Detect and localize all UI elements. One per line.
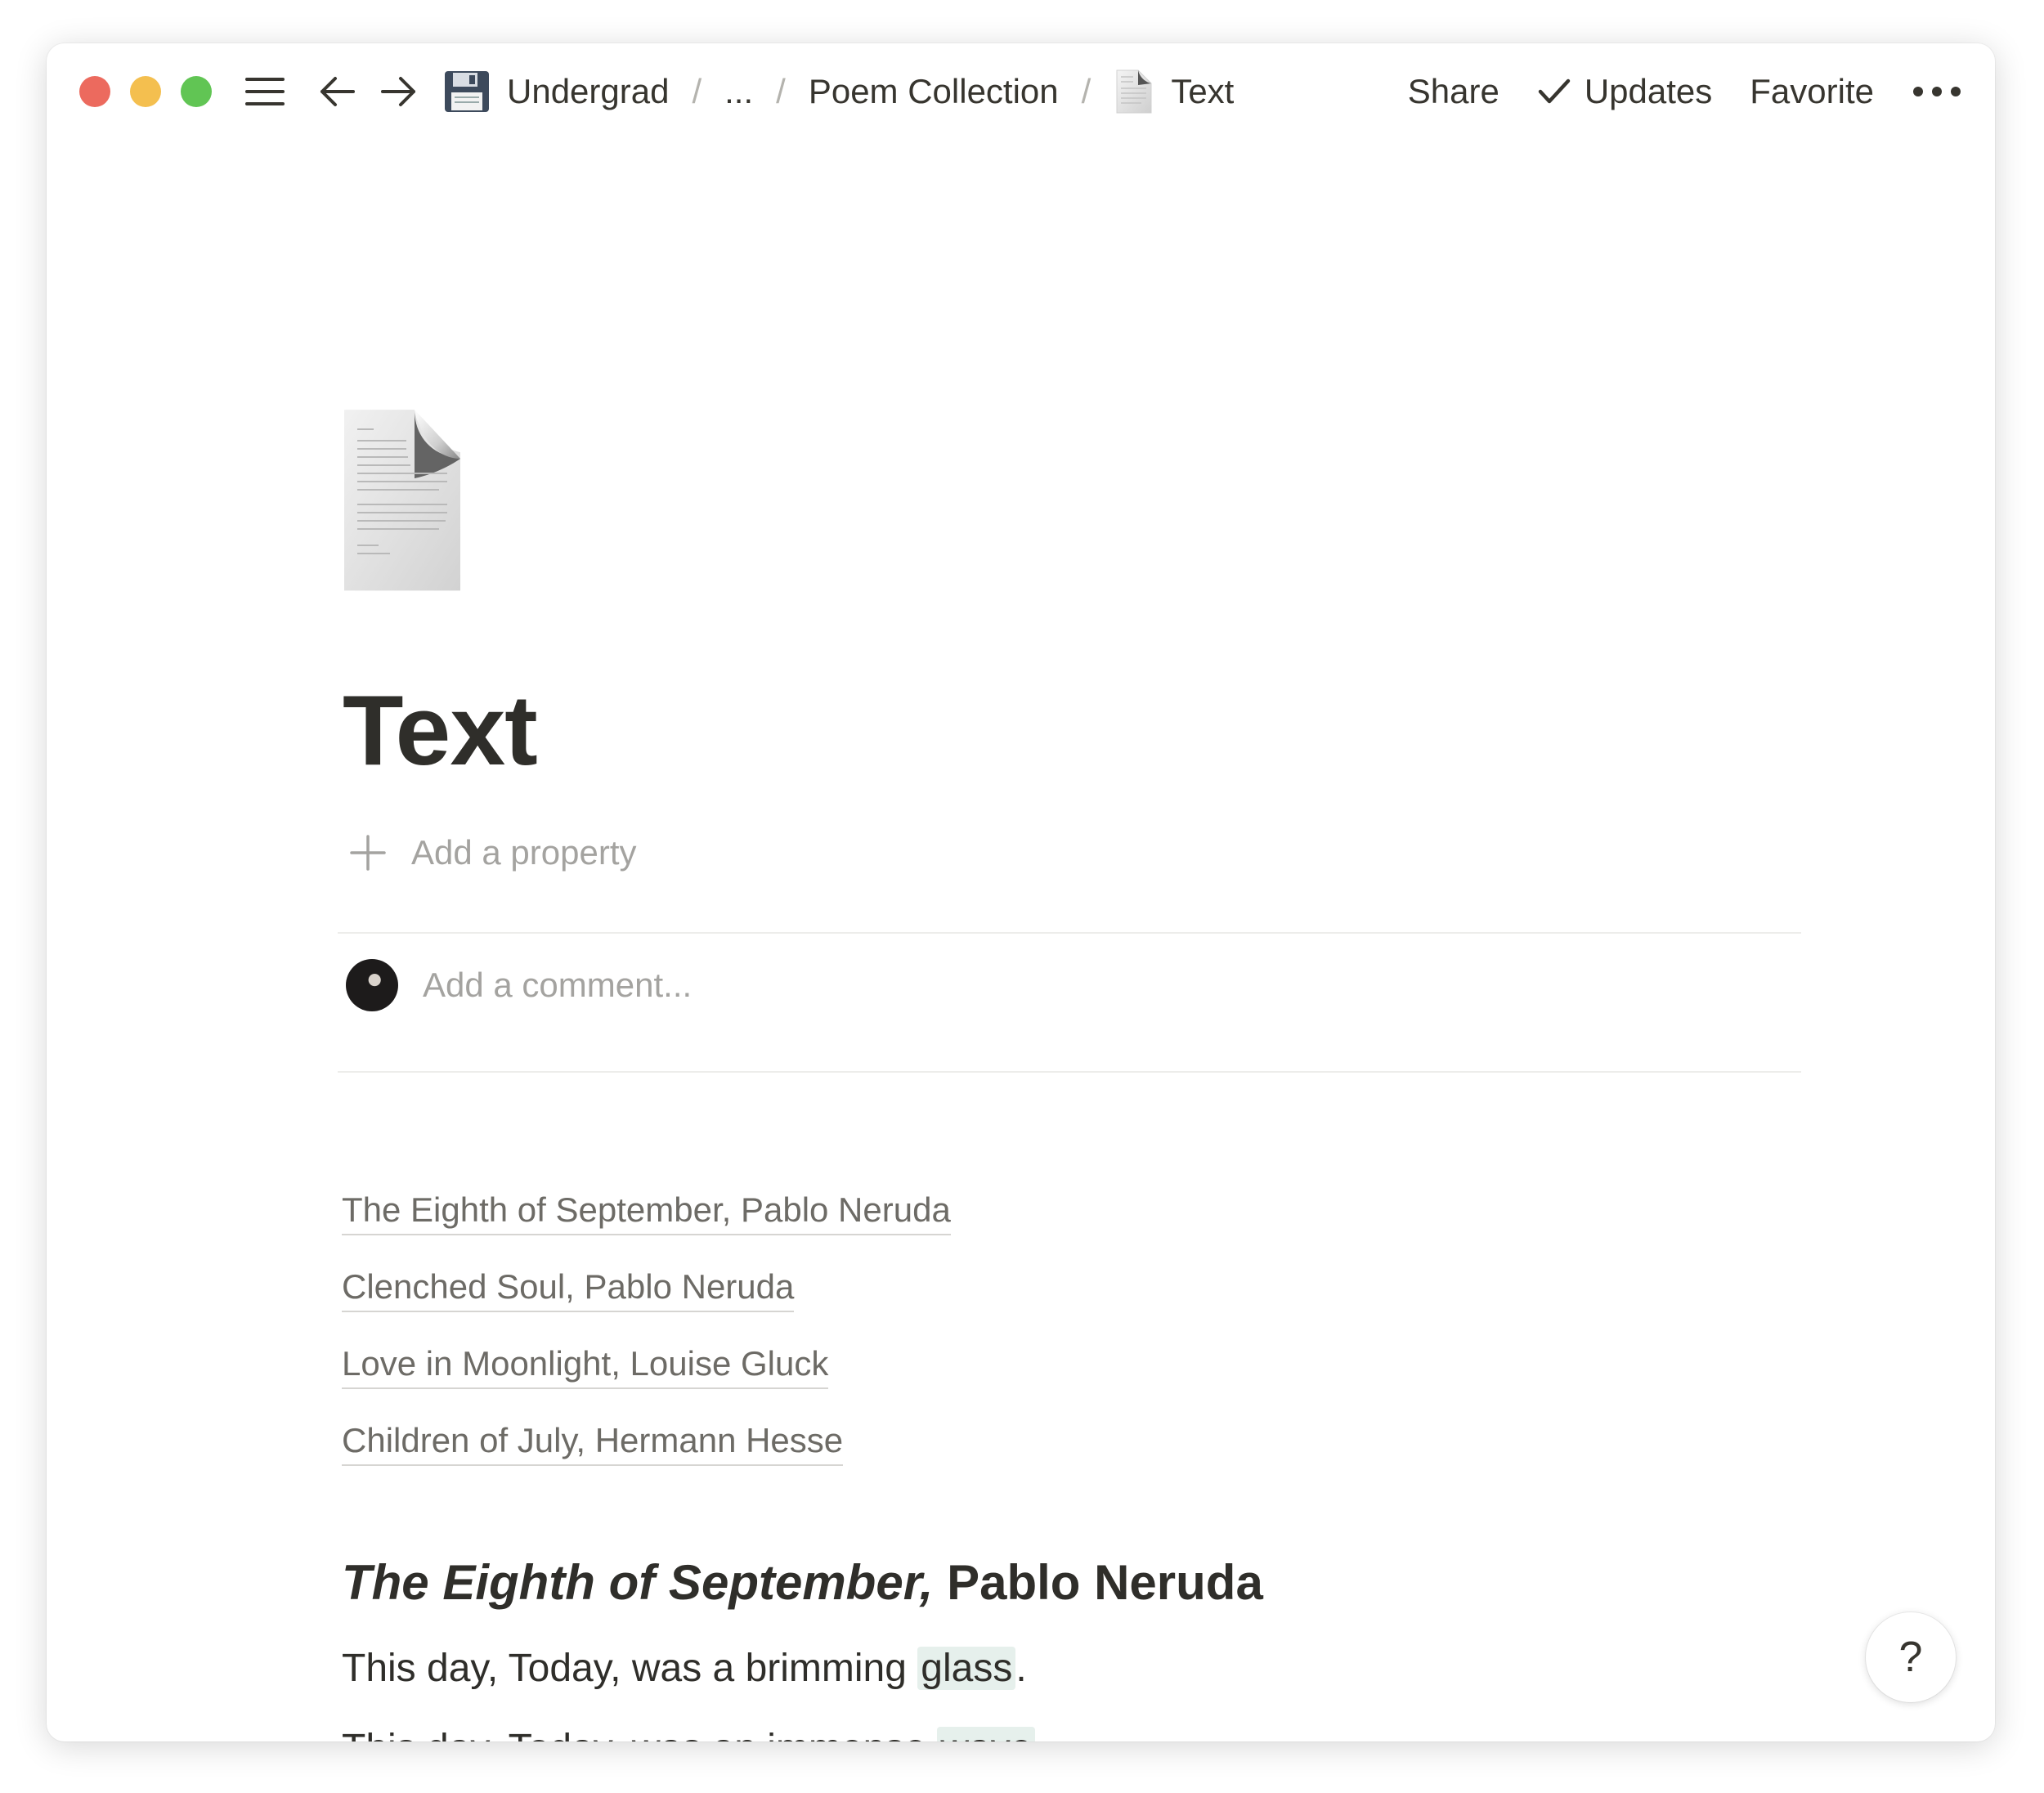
checkmark-icon (1537, 77, 1571, 106)
breadcrumb: Undergrad / ... / Poem Collection / Text (443, 68, 1234, 115)
plus-icon (349, 834, 387, 872)
page-link[interactable]: Love in Moonlight, Louise Gluck (342, 1342, 829, 1389)
share-button[interactable]: Share (1408, 72, 1499, 111)
floppy-disk-icon (443, 69, 491, 114)
title-bar: Undergrad / ... / Poem Collection / Text (47, 43, 1995, 140)
highlighted-word: wave (937, 1727, 1036, 1741)
breadcrumb-label: Undergrad (507, 72, 670, 110)
comment-placeholder: Add a comment... (423, 966, 693, 1004)
document-icon (1114, 69, 1154, 114)
page-link[interactable]: Children of July, Hermann Hesse (342, 1419, 844, 1466)
poem-line[interactable]: This day, Today, was an immense wave. (342, 1726, 1047, 1741)
updates-button[interactable]: Updates (1537, 72, 1712, 111)
more-options-icon[interactable] (1912, 85, 1962, 98)
updates-label: Updates (1584, 72, 1713, 110)
poem-line-text: This day, Today, was an immense (342, 1727, 937, 1741)
breadcrumb-item-poem-collection[interactable]: Poem Collection (809, 72, 1059, 111)
forward-arrow-icon[interactable] (377, 68, 419, 115)
poem-title: The Eighth of September, (342, 1555, 934, 1610)
highlighted-word: glass (917, 1647, 1016, 1690)
breadcrumb-separator: / (776, 72, 786, 110)
help-button[interactable]: ? (1866, 1612, 1956, 1702)
breadcrumb-item-text[interactable]: Text (1114, 69, 1234, 114)
window-minimize-button[interactable] (130, 76, 161, 107)
breadcrumb-separator: / (1081, 72, 1091, 110)
poem-author: Pablo Neruda (933, 1555, 1263, 1610)
link-list: The Eighth of September, Pablo Neruda Cl… (342, 1188, 951, 1495)
poem-line-punctuation: . (1015, 1647, 1027, 1690)
breadcrumb-label: Text (1171, 72, 1235, 110)
breadcrumb-separator: / (692, 72, 702, 110)
divider (338, 932, 1801, 934)
window-close-button[interactable] (79, 76, 110, 107)
breadcrumb-item-ellipsis[interactable]: ... (724, 72, 753, 111)
window-maximize-button[interactable] (181, 76, 212, 107)
poem-line-text: This day, Today, was a brimming (342, 1647, 918, 1690)
avatar (346, 959, 398, 1011)
poem-line-punctuation: . (1035, 1727, 1046, 1741)
back-arrow-icon[interactable] (316, 68, 359, 115)
toolbar-actions: Share Updates Favorite (1408, 68, 1962, 115)
add-property-label: Add a property (411, 833, 637, 872)
poem-heading[interactable]: The Eighth of September, Pablo Neruda (342, 1554, 1263, 1611)
divider (338, 1071, 1801, 1073)
sidebar-menu-icon[interactable] (240, 68, 289, 115)
app-window: Undergrad / ... / Poem Collection / Text (47, 43, 1995, 1741)
breadcrumb-item-undergrad[interactable]: Undergrad (443, 69, 669, 114)
poem-line[interactable]: This day, Today, was a brimming glass. (342, 1646, 1027, 1691)
favorite-button[interactable]: Favorite (1750, 72, 1874, 111)
comment-input[interactable]: Add a comment... (346, 957, 692, 1014)
document-page-icon[interactable] (292, 387, 504, 599)
page-link[interactable]: The Eighth of September, Pablo Neruda (342, 1188, 951, 1235)
page-link[interactable]: Clenched Soul, Pablo Neruda (342, 1265, 795, 1312)
page-title[interactable]: Text (343, 673, 538, 787)
add-property-button[interactable]: Add a property (349, 824, 637, 881)
